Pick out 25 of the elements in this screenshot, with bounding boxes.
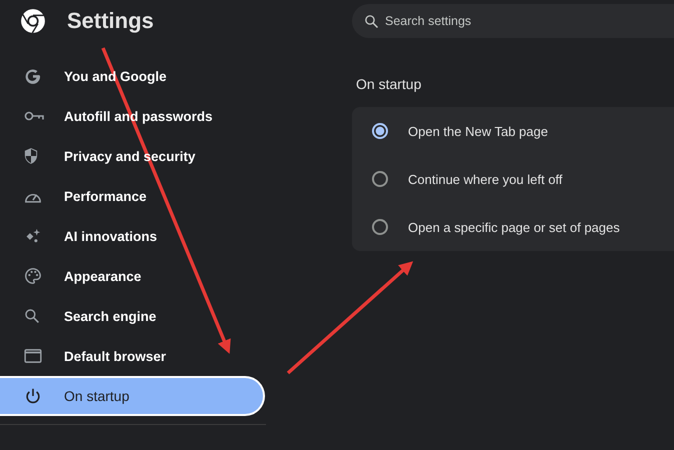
window-icon — [24, 349, 42, 363]
sidebar-item[interactable]: Appearance — [0, 256, 266, 296]
sparkle-icon — [24, 228, 41, 244]
g-letter-icon — [24, 67, 42, 85]
section-heading: On startup — [356, 76, 422, 92]
radio-button[interactable] — [372, 219, 388, 235]
sidebar-item[interactable]: On startup — [0, 376, 265, 416]
radio-button[interactable] — [372, 171, 388, 187]
sidebar-item[interactable]: Default browser — [0, 336, 266, 376]
shield-icon — [24, 147, 38, 165]
search-icon — [24, 308, 40, 324]
settings-title: Settings — [67, 8, 154, 34]
sidebar-item[interactable]: Search engine — [0, 296, 266, 336]
search-field[interactable]: Search settings — [352, 4, 674, 38]
browser-logo-icon — [20, 8, 46, 34]
radio-option[interactable]: Continue where you left off — [352, 155, 674, 203]
sidebar-item[interactable]: Performance — [0, 176, 266, 216]
sidebar-item[interactable]: AI innovations — [0, 216, 266, 256]
key-icon — [24, 110, 44, 122]
power-icon — [24, 387, 42, 405]
radio-option[interactable]: Open the New Tab page — [352, 107, 674, 155]
search-icon — [364, 14, 379, 29]
radio-button[interactable] — [372, 123, 388, 139]
radio-option[interactable]: Open a specific page or set of pages — [352, 203, 674, 251]
palette-icon — [24, 267, 42, 285]
